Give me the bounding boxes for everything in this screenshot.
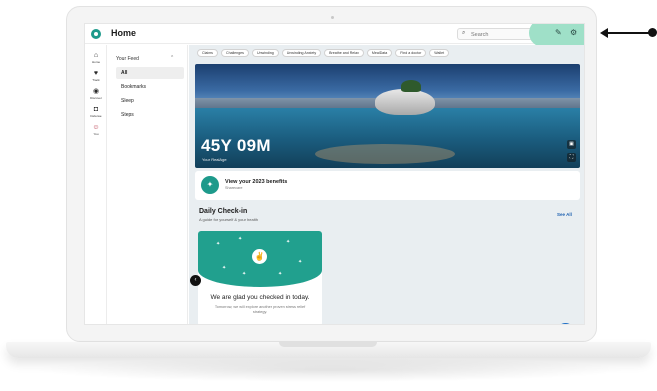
expand-icon[interactable]: ⛶ <box>567 153 576 162</box>
rail-item-label: You <box>93 132 99 136</box>
camera-icon[interactable]: ▣ <box>567 140 576 149</box>
rail-item-label: Discover <box>90 96 102 100</box>
person-icon: ☺ <box>92 124 100 131</box>
sparkle-icon: ✦ <box>298 259 303 265</box>
home-icon: ⌂ <box>93 52 99 59</box>
chevron-left-icon[interactable]: ‹ <box>190 275 201 286</box>
laptop-shadow <box>30 358 630 382</box>
sparkle-icon: ✦ <box>238 236 243 242</box>
chat-icon[interactable]: ▢ <box>557 323 574 324</box>
benefits-shield-icon: ✦ <box>201 176 219 194</box>
checkin-card-subtitle: Tomorrow, we will explore another proven… <box>214 305 306 314</box>
app-screen: Home ⌕ ✎ ⚙ ⌂ Home ♥ Track ◉ Discover ◘ D… <box>84 23 585 325</box>
chip-unwinding-anxiety[interactable]: Unwinding Anxiety <box>281 49 322 57</box>
hero-trees <box>401 80 421 92</box>
heart-icon: ♥ <box>93 70 99 77</box>
chip-find-a-doctor[interactable]: Find a doctor <box>395 49 427 57</box>
edit-icon[interactable]: ✎ <box>555 28 562 37</box>
chip-mealdata[interactable]: MealData <box>366 49 393 57</box>
search-icon: ⌕ <box>462 30 466 36</box>
gear-icon[interactable]: ⚙ <box>570 28 577 37</box>
checkin-card-title: We are glad you checked in today. <box>210 294 310 301</box>
rail-item-discover[interactable]: ◉ Discover <box>85 88 107 100</box>
hero-underwater-rocks <box>315 144 455 164</box>
checkin-card[interactable]: ✦ ✦ ✦ ✦ ✦ ✦ ✦ ✌ We are glad you checked … <box>198 231 322 324</box>
callout-line <box>606 32 650 34</box>
laptop-base-notch <box>279 342 377 347</box>
chip-bar: Claims Challenges Unwinding Unwinding An… <box>197 49 450 58</box>
sparkle-icon: ✦ <box>242 271 247 277</box>
camera-dot <box>331 16 334 19</box>
search-input[interactable] <box>471 30 531 39</box>
shield-icon: ◘ <box>93 106 99 113</box>
realage-value: 45Y 09M <box>201 136 271 155</box>
rail-item-label: Track <box>92 78 100 82</box>
chip-breathe-and-relax[interactable]: Breathe and Relax <box>324 49 364 57</box>
sparkle-icon: ✦ <box>286 239 291 245</box>
feed-sidebar: Your Feed ⌃ All Bookmarks Sleep Steps <box>108 45 188 324</box>
rail-item-you[interactable]: ☺ You <box>85 124 107 136</box>
feed-header[interactable]: Your Feed <box>116 56 139 62</box>
app-logo-icon[interactable] <box>91 29 101 39</box>
sparkle-icon: ✦ <box>222 265 227 271</box>
main-content: Claims Challenges Unwinding Unwinding An… <box>189 45 584 324</box>
rail-item-label: Defense <box>90 114 102 118</box>
rail-item-label: Home <box>91 60 100 64</box>
benefits-title: View your 2023 benefits <box>225 179 288 185</box>
chip-unwinding[interactable]: Unwinding <box>251 49 279 57</box>
rail-item-home[interactable]: ⌂ Home <box>85 52 107 64</box>
sparkle-icon: ✦ <box>216 241 221 247</box>
chevron-up-icon[interactable]: ⌃ <box>170 55 174 61</box>
feed-item-all[interactable]: All <box>116 67 184 79</box>
feed-item-bookmarks[interactable]: Bookmarks <box>116 81 184 93</box>
icon-rail: ⌂ Home ♥ Track ◉ Discover ◘ Defense ☺ Yo… <box>85 45 107 324</box>
callout-dot <box>648 28 657 37</box>
realage-hero[interactable]: 45Y 09M Your RealAge ▣ ⛶ <box>195 64 580 168</box>
compass-icon: ◉ <box>92 88 100 95</box>
rail-item-track[interactable]: ♥ Track <box>85 70 107 82</box>
callout-arrowhead <box>600 28 608 38</box>
checkin-title: Daily Check-in <box>199 208 248 215</box>
chip-challenges[interactable]: Challenges <box>220 49 249 57</box>
page-title: Home <box>111 28 137 38</box>
realage-label: Your RealAge <box>202 157 227 162</box>
see-all-link[interactable]: See All <box>557 212 572 217</box>
chip-claims[interactable]: Claims <box>197 49 218 57</box>
hero-rock-island <box>375 89 435 115</box>
benefits-subtitle: Sharecare <box>225 186 243 190</box>
sparkle-icon: ✦ <box>278 271 283 277</box>
rail-item-defense[interactable]: ◘ Defense <box>85 106 107 118</box>
top-bar: Home ⌕ ✎ ⚙ <box>85 24 584 47</box>
thumbs-up-icon: ✌ <box>252 249 267 264</box>
checkin-subtitle: A guide for yourself & your health <box>199 217 258 222</box>
highlighted-actions: ✎ ⚙ <box>529 24 584 47</box>
chip-wallet[interactable]: Wallet <box>429 49 450 57</box>
benefits-card[interactable]: ✦ View your 2023 benefits Sharecare <box>195 171 580 200</box>
feed-item-steps[interactable]: Steps <box>116 109 184 121</box>
feed-item-sleep[interactable]: Sleep <box>116 95 184 107</box>
search-box[interactable]: ⌕ <box>457 28 535 40</box>
